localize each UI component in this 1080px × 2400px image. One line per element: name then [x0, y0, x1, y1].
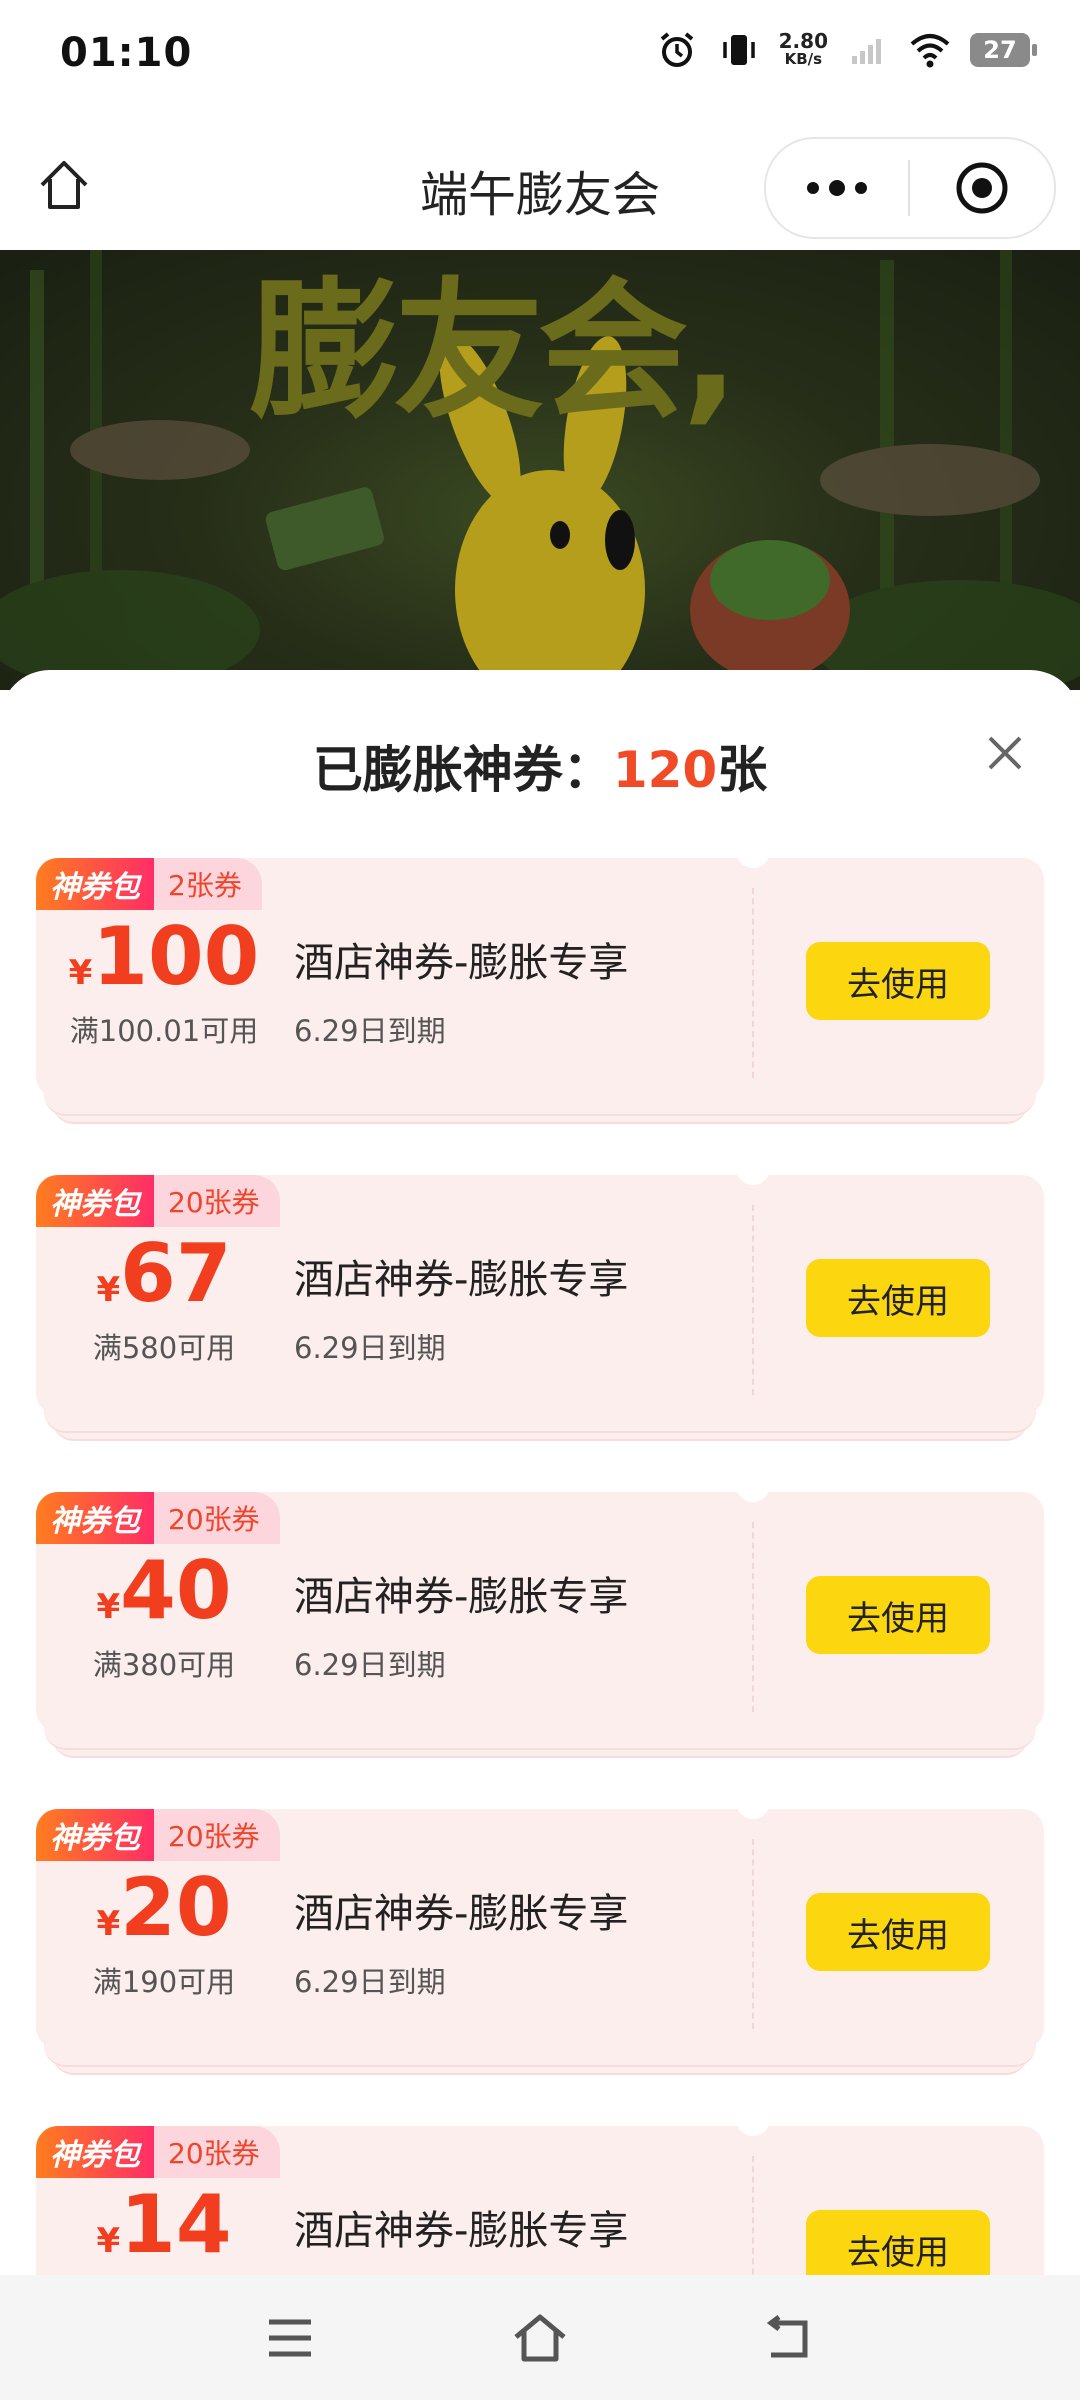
- mini-program-capsule: [764, 137, 1056, 239]
- coupon-card: 神券包 20张券 ¥20 满190可用 酒店神券-膨胀专享 6.29日到期 去使…: [36, 1799, 1044, 2075]
- alarm-icon: [655, 28, 699, 72]
- coupon-card: 神券包 20张券 ¥40 满380可用 酒店神券-膨胀专享 6.29日到期 去使…: [36, 1482, 1044, 1758]
- status-bar: 01:10 2.80 KB/s 27: [0, 0, 1080, 115]
- coupon-name: 酒店神券-膨胀专享: [294, 1257, 629, 1303]
- coupon-tag-qty: 20张券: [154, 1175, 280, 1227]
- coupon-card: 神券包 20张券 ¥14 酒店神券-膨胀专享 去使用: [36, 2116, 1044, 2280]
- battery-icon: 27: [970, 33, 1037, 67]
- currency-symbol: ¥: [68, 953, 93, 993]
- close-icon[interactable]: [980, 728, 1030, 778]
- coupon-amount-value: 100: [92, 910, 260, 1003]
- coupon-tag-label: 神券包: [36, 1175, 154, 1227]
- currency-symbol: ¥: [96, 1904, 121, 1944]
- coupon-condition: 满100.01可用: [69, 1014, 259, 1048]
- coupon-tag-qty: 20张券: [154, 2126, 280, 2178]
- use-coupon-button[interactable]: 去使用: [806, 1893, 990, 1971]
- coupon-amount-value: 67: [120, 1227, 232, 1320]
- menu-icon[interactable]: [260, 2308, 320, 2368]
- coupon-tag: 神券包 20张券: [36, 1492, 280, 1544]
- nav-home-icon[interactable]: [510, 2308, 570, 2368]
- coupon-tag-label: 神券包: [36, 2126, 154, 2178]
- coupon-expire: 6.29日到期: [294, 1965, 446, 1999]
- coupon-condition: 满580可用: [92, 1331, 236, 1365]
- currency-symbol: ¥: [96, 2221, 121, 2261]
- coupon-amount-value: 14: [120, 2178, 232, 2271]
- coupon-condition: 满380可用: [92, 1648, 236, 1682]
- coupon-tag-qty: 2张券: [154, 858, 262, 910]
- card-divider: [752, 1522, 754, 1712]
- coupon-count: 120: [612, 741, 718, 799]
- wifi-icon: [908, 28, 952, 72]
- back-icon[interactable]: [760, 2308, 820, 2368]
- coupon-amount: ¥100: [36, 910, 292, 1003]
- coupon-expire: 6.29日到期: [294, 1648, 446, 1682]
- coupon-amount: ¥14: [36, 2178, 292, 2271]
- use-coupon-button[interactable]: 去使用: [806, 1576, 990, 1654]
- coupon-tag: 神券包 20张券: [36, 1809, 280, 1861]
- coupon-amount-value: 20: [120, 1861, 232, 1954]
- card-divider: [752, 888, 754, 1078]
- coupon-expire: 6.29日到期: [294, 1014, 446, 1048]
- network-speed: 2.80 KB/s: [778, 29, 828, 68]
- sheet-title-prefix: 已膨胀神券：: [312, 741, 613, 799]
- coupon-card: 神券包 2张券 ¥100 满100.01可用 酒店神券-膨胀专享 6.29日到期…: [36, 848, 1044, 1124]
- coupon-amount: ¥20: [36, 1861, 292, 1954]
- signal-icon: [846, 28, 890, 72]
- card-divider: [752, 1205, 754, 1395]
- coupon-tag-label: 神券包: [36, 858, 154, 910]
- use-coupon-button[interactable]: 去使用: [806, 1259, 990, 1337]
- coupon-name: 酒店神券-膨胀专享: [294, 1891, 629, 1937]
- currency-symbol: ¥: [96, 1587, 121, 1627]
- coupon-name: 酒店神券-膨胀专享: [294, 1574, 629, 1620]
- coupon-tag-label: 神券包: [36, 1809, 154, 1861]
- coupon-tag-qty: 20张券: [154, 1809, 280, 1861]
- currency-symbol: ¥: [96, 1270, 121, 1310]
- coupon-card: 神券包 20张券 ¥67 满580可用 酒店神券-膨胀专享 6.29日到期 去使…: [36, 1165, 1044, 1441]
- coupon-tag-label: 神券包: [36, 1492, 154, 1544]
- coupon-tag: 神券包 20张券: [36, 1175, 280, 1227]
- nav-bar: 端午膨友会: [0, 115, 1080, 250]
- banner-title: 膨友会,: [250, 265, 739, 439]
- coupon-amount-value: 40: [120, 1544, 232, 1637]
- status-time: 01:10: [60, 30, 193, 76]
- coupon-tag: 神券包 2张券: [36, 858, 262, 910]
- target-icon[interactable]: [910, 160, 1054, 216]
- coupon-expire: 6.29日到期: [294, 1331, 446, 1365]
- coupon-tag: 神券包 20张券: [36, 2126, 280, 2178]
- sheet-title-suffix: 张: [717, 741, 768, 799]
- sheet-title: 已膨胀神券：120张: [0, 730, 1080, 802]
- coupon-condition: 满190可用: [92, 1965, 236, 1999]
- system-nav-bar: [0, 2275, 1080, 2400]
- more-icon[interactable]: [766, 139, 908, 237]
- banner-image: 膨友会,: [0, 250, 1080, 690]
- coupon-amount: ¥40: [36, 1544, 292, 1637]
- use-coupon-button[interactable]: 去使用: [806, 2210, 990, 2280]
- vibrate-icon: [717, 28, 761, 72]
- coupon-amount: ¥67: [36, 1227, 292, 1320]
- network-speed-unit: KB/s: [784, 50, 823, 68]
- status-icons: 2.80 KB/s 27: [655, 28, 1037, 72]
- coupon-name: 酒店神券-膨胀专享: [294, 940, 629, 986]
- use-coupon-button[interactable]: 去使用: [806, 942, 990, 1020]
- coupon-name: 酒店神券-膨胀专享: [294, 2208, 629, 2254]
- card-divider: [752, 1839, 754, 2029]
- coupon-sheet: 已膨胀神券：120张 神券包 2张券 ¥100 满100.01可用 酒店神券-膨…: [0, 670, 1080, 2280]
- coupon-tag-qty: 20张券: [154, 1492, 280, 1544]
- network-speed-value: 2.80: [778, 29, 828, 53]
- card-divider: [752, 2156, 754, 2280]
